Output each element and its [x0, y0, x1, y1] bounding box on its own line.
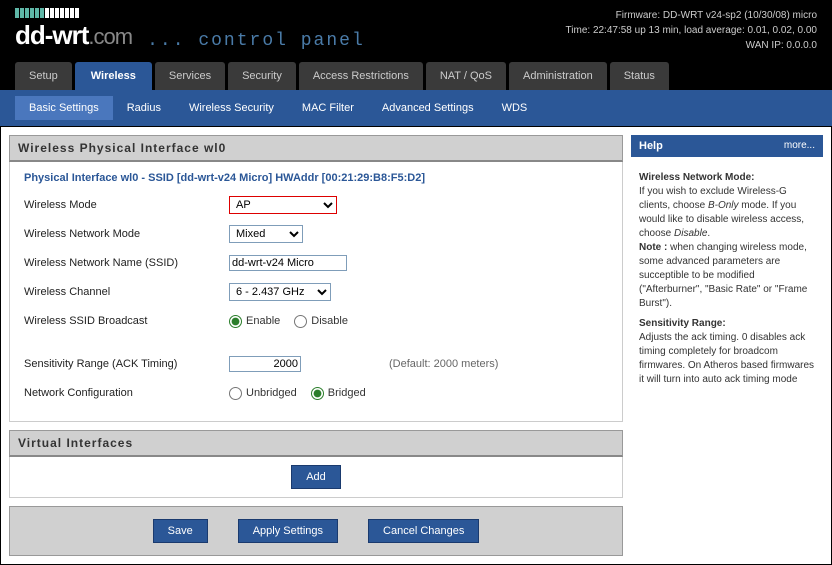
add-button[interactable]: Add: [291, 465, 341, 489]
time-text: Time: 22:47:58 up 13 min, load average: …: [566, 23, 817, 38]
logo: dd-wrt.com: [15, 8, 132, 51]
main-tabs: Setup Wireless Services Security Access …: [0, 62, 832, 90]
help-panel: Help more... Wireless Network Mode: If y…: [631, 135, 823, 556]
ack-default-text: (Default: 2000 meters): [389, 358, 498, 370]
cancel-button[interactable]: Cancel Changes: [368, 519, 479, 543]
tab-status[interactable]: Status: [610, 62, 669, 90]
header-info: Firmware: DD-WRT v24-sp2 (10/30/08) micr…: [566, 8, 817, 53]
sub-tabs: Basic Settings Radius Wireless Security …: [0, 90, 832, 126]
label-broadcast: Wireless SSID Broadcast: [24, 315, 229, 327]
tab-security[interactable]: Security: [228, 62, 296, 90]
apply-button[interactable]: Apply Settings: [238, 519, 338, 543]
logo-area: dd-wrt.com ... control panel: [15, 8, 365, 51]
save-button[interactable]: Save: [153, 519, 208, 543]
row-network-mode: Wireless Network Mode Mixed: [24, 223, 608, 245]
tab-services[interactable]: Services: [155, 62, 225, 90]
subtab-radius[interactable]: Radius: [113, 96, 175, 120]
tab-access-restrictions[interactable]: Access Restrictions: [299, 62, 423, 90]
label-wireless-mode: Wireless Mode: [24, 199, 229, 211]
radio-broadcast-enable[interactable]: Enable: [229, 315, 280, 328]
input-ack[interactable]: [229, 356, 301, 372]
subtab-wds[interactable]: WDS: [488, 96, 542, 120]
tab-wireless[interactable]: Wireless: [75, 62, 152, 90]
firmware-text: Firmware: DD-WRT v24-sp2 (10/30/08) micr…: [566, 8, 817, 23]
help-p2: Adjusts the ack timing. 0 disables ack t…: [639, 331, 815, 387]
label-network-mode: Wireless Network Mode: [24, 228, 229, 240]
logo-suffix: .com: [88, 24, 132, 49]
tab-setup[interactable]: Setup: [15, 62, 72, 90]
header: dd-wrt.com ... control panel Firmware: D…: [0, 0, 832, 62]
help-h1: Wireless Network Mode:: [639, 171, 815, 185]
radio-unbridged[interactable]: Unbridged: [229, 387, 297, 400]
tab-administration[interactable]: Administration: [509, 62, 607, 90]
subtab-wireless-security[interactable]: Wireless Security: [175, 96, 288, 120]
row-channel: Wireless Channel 6 - 2.437 GHz: [24, 281, 608, 303]
label-netconf: Network Configuration: [24, 387, 229, 399]
logo-bars-icon: [15, 8, 132, 18]
tab-nat-qos[interactable]: NAT / QoS: [426, 62, 506, 90]
select-network-mode[interactable]: Mixed: [229, 225, 303, 243]
label-ack: Sensitivity Range (ACK Timing): [24, 358, 229, 370]
help-title: Help: [639, 140, 663, 152]
label-ssid: Wireless Network Name (SSID): [24, 257, 229, 269]
section-header-physical: Wireless Physical Interface wl0: [9, 135, 623, 162]
select-channel[interactable]: 6 - 2.437 GHz: [229, 283, 331, 301]
interface-info: Physical Interface wl0 - SSID [dd-wrt-v2…: [24, 172, 608, 184]
logo-text: dd-wrt: [15, 20, 88, 50]
section-header-virtual: Virtual Interfaces: [9, 430, 623, 457]
section-body-virtual: Add: [9, 457, 623, 498]
row-wireless-mode: Wireless Mode AP: [24, 194, 608, 216]
row-ssid: Wireless Network Name (SSID): [24, 252, 608, 274]
wanip-text: WAN IP: 0.0.0.0: [566, 38, 817, 53]
label-channel: Wireless Channel: [24, 286, 229, 298]
control-panel-subtitle: ... control panel: [147, 31, 365, 51]
help-more-link[interactable]: more...: [784, 140, 815, 152]
radio-broadcast-disable[interactable]: Disable: [294, 315, 348, 328]
subtab-advanced-settings[interactable]: Advanced Settings: [368, 96, 488, 120]
help-p1: If you wish to exclude Wireless-G client…: [639, 185, 815, 311]
input-ssid[interactable]: [229, 255, 347, 271]
subtab-basic-settings[interactable]: Basic Settings: [15, 96, 113, 120]
help-body: Wireless Network Mode: If you wish to ex…: [631, 157, 823, 401]
row-netconf: Network Configuration Unbridged Bridged: [24, 382, 608, 404]
help-header: Help more...: [631, 135, 823, 157]
footer-buttons: Save Apply Settings Cancel Changes: [9, 506, 623, 556]
main-panel: Wireless Physical Interface wl0 Physical…: [9, 135, 623, 556]
row-ack: Sensitivity Range (ACK Timing) (Default:…: [24, 353, 608, 375]
content: Wireless Physical Interface wl0 Physical…: [0, 126, 832, 565]
radio-bridged[interactable]: Bridged: [311, 387, 366, 400]
select-wireless-mode[interactable]: AP: [229, 196, 337, 214]
row-broadcast: Wireless SSID Broadcast Enable Disable: [24, 310, 608, 332]
section-body-physical: Physical Interface wl0 - SSID [dd-wrt-v2…: [9, 162, 623, 422]
subtab-mac-filter[interactable]: MAC Filter: [288, 96, 368, 120]
help-h2: Sensitivity Range:: [639, 317, 815, 331]
